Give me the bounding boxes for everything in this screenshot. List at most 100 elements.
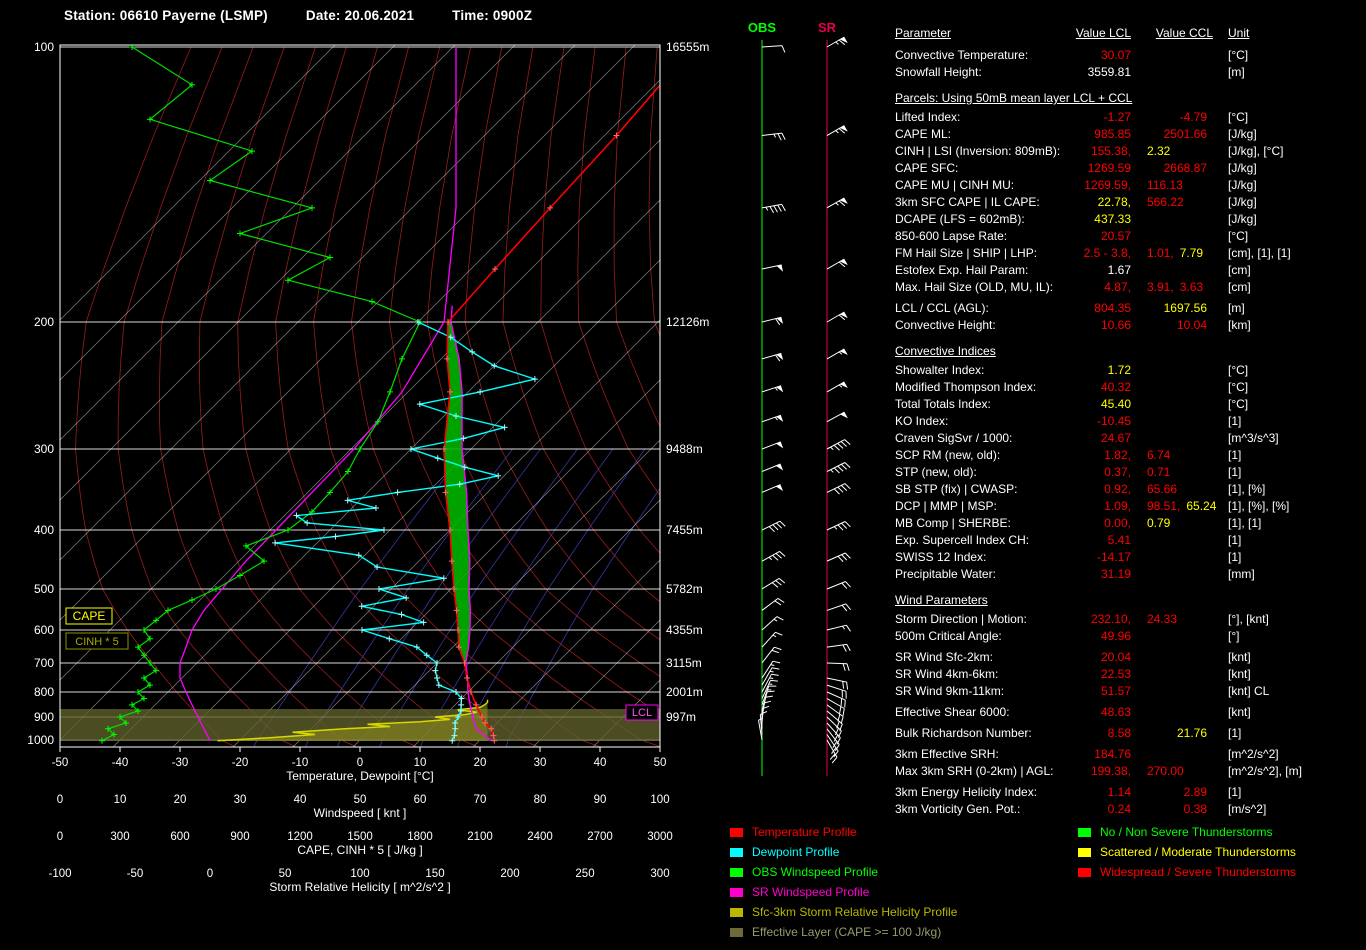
param-unit: [1]: [1228, 448, 1242, 462]
legend-swatch: [730, 847, 743, 857]
param-label: Estofex Exp. Hail Param:: [895, 263, 1029, 277]
param-row: Max. Hail Size (OLD, MU, IL): 4.87, 3.91, 3…: [895, 280, 1365, 297]
legend-label: Sfc-3km Storm Relative Helicity Profile: [752, 905, 958, 919]
srh-axis-title: Storm Relative Helicity [ m^2/s^2 ]: [269, 880, 450, 894]
col-unit: Unit: [1228, 26, 1250, 40]
param-value-ccl: 566.22: [1141, 195, 1219, 209]
param-unit: [1], [%], [%]: [1228, 499, 1290, 513]
srh-axis-tick: -100: [48, 868, 71, 880]
legend-label: Widespread / Severe Thunderstorms: [1100, 865, 1296, 879]
windspeed-axis-tick: 30: [234, 794, 247, 806]
param-row: SR Wind 4km-6km: 22.53 [knt]: [895, 667, 1365, 684]
param-row: FM Hail Size | SHIP | LHP: 2.5 - 3.8, 1.01…: [895, 246, 1365, 263]
altitude-label: 3115m: [666, 656, 702, 670]
pressure-label: 1000: [27, 733, 54, 747]
dewpoint-profile-marker: [440, 575, 447, 582]
temperature-axis-tick: 10: [414, 757, 427, 769]
param-row: SWISS 12 Index: -14.17 [1]: [895, 550, 1365, 567]
cape-axis-title: CAPE, CINH * 5 [ J/kg ]: [297, 843, 422, 857]
param-label: 3km Effective SRH:: [895, 747, 999, 761]
param-unit: [m]: [1228, 301, 1245, 315]
param-row: CAPE SFC: 1269.59 2668.87 [J/kg]: [895, 161, 1365, 178]
temperature-axis-tick: -20: [232, 757, 249, 769]
obs-windspeed-profile-marker: [399, 355, 405, 362]
param-value-ccl: -4.79: [1141, 110, 1213, 124]
dewpoint-profile-marker: [420, 619, 427, 626]
cape-axis-tick: 300: [110, 831, 129, 843]
param-value-lcl: 804.35: [1094, 301, 1131, 315]
param-value-part: 7.79: [1179, 246, 1204, 260]
param-label: SB STP (fix) | CWASP:: [895, 482, 1018, 496]
param-label: Effective Shear 6000:: [895, 705, 1010, 719]
sr-wind-barb: [826, 197, 846, 209]
obs-column-label: OBS: [748, 20, 777, 35]
windspeed-axis-tick: 10: [114, 794, 127, 806]
legend-item: Sfc-3km Storm Relative Helicity Profile: [730, 902, 957, 922]
param-value-lcl: 30.07: [1100, 48, 1131, 62]
param-value-ccl: 2668.87: [1141, 161, 1213, 175]
param-label: 3km Vorticity Gen. Pot.:: [895, 802, 1021, 816]
param-unit: [knt] CL: [1228, 684, 1270, 698]
obs-wind-barb: [761, 550, 786, 562]
param-value-part: 116.13: [1147, 178, 1183, 192]
param-row: CAPE ML: 985.85 2501.66 [J/kg]: [895, 127, 1365, 144]
param-row: Total Totals Index: 45.40 [°C]: [895, 397, 1365, 414]
param-value-part: 65.24: [1186, 499, 1217, 513]
isotherm-line: [532, 619, 660, 747]
param-row: CAPE MU | CINH MU: 1269.59, 116.13 [J/kg]: [895, 178, 1365, 195]
obs-wind-barb: [761, 673, 779, 693]
param-value-lcl: 49.96: [1100, 629, 1131, 643]
param-value-lcl: 1.09,: [1104, 499, 1131, 513]
param-value-lcl: 51.57: [1100, 684, 1131, 698]
dewpoint-profile-marker: [434, 455, 441, 462]
param-label: Exp. Supercell Index CH:: [895, 533, 1030, 547]
sr-wind-barb: [826, 311, 846, 323]
srh-axis-tick: -50: [127, 868, 144, 880]
obs-windspeed-profile-marker: [237, 572, 243, 579]
legend-label: SR Windspeed Profile: [752, 885, 870, 899]
lcl-label-label: LCL: [632, 707, 652, 719]
altitude-label: 7455m: [666, 523, 703, 537]
windspeed-axis-tick: 0: [57, 794, 63, 806]
legend-item: No / Non Severe Thunderstorms: [1078, 822, 1296, 842]
obs-wind-barb: [761, 520, 786, 533]
dewpoint-profile-marker: [398, 611, 405, 618]
sr-wind-barb: [826, 552, 851, 562]
param-value-part: 0.71: [1147, 465, 1171, 479]
param-unit: [°C]: [1228, 229, 1249, 243]
legend-swatch: [730, 867, 743, 877]
sr-wind-barb-pennant: [840, 412, 848, 419]
param-unit: [1]: [1228, 414, 1242, 428]
dewpoint-profile-marker: [359, 627, 365, 633]
sr-wind-barb: [826, 439, 851, 451]
sr-wind-barb: [826, 521, 851, 531]
dry-adiabat-line: [577, 46, 660, 496]
param-unit: [°C]: [1228, 397, 1249, 411]
param-row: Craven SigSvr / 1000: 24.67 [m^3/s^3]: [895, 431, 1365, 448]
obs-wind-barb: [761, 577, 786, 590]
obs-windspeed-profile-marker: [189, 596, 195, 603]
param-row: Convective Temperature: 30.07 [°C]: [895, 48, 1365, 65]
legend-item: SR Windspeed Profile: [730, 882, 957, 902]
altitude-label: 4355m: [666, 623, 703, 637]
dewpoint-profile-marker: [358, 603, 365, 610]
obs-wind-barb: [761, 132, 786, 141]
legend-swatch: [730, 927, 743, 937]
mixing-ratio-line: [457, 448, 646, 747]
param-label: SR Wind Sfc-2km:: [895, 650, 994, 664]
legend-swatch: [730, 887, 743, 897]
param-value-part: 6.74: [1147, 448, 1171, 462]
param-unit: [knt]: [1228, 705, 1251, 719]
param-label: Bulk Richardson Number:: [895, 726, 1032, 740]
param-row: Precipitable Water: 31.19 [mm]: [895, 567, 1365, 584]
param-value-lcl: 24.67: [1100, 431, 1131, 445]
param-row: Snowfall Height: 3559.81 [m]: [895, 65, 1365, 82]
param-value-part: 2.32: [1147, 144, 1171, 158]
obs-wind-barb: [761, 316, 782, 326]
isotherm-line: [60, 45, 336, 321]
cape-axis-tick: 1200: [287, 831, 313, 843]
param-label: 850-600 Lapse Rate:: [895, 229, 1008, 243]
legend-label: Effective Layer (CAPE >= 100 J/kg): [752, 925, 942, 939]
sr-wind-barb: [826, 728, 840, 752]
param-value-part: 1697.56: [1163, 301, 1207, 315]
